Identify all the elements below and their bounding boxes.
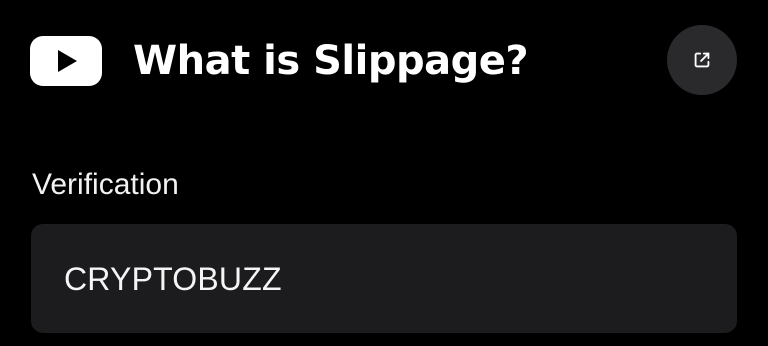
youtube-play-icon[interactable] — [30, 36, 102, 86]
video-title: What is Slippage? — [133, 38, 529, 84]
external-link-icon — [694, 52, 710, 68]
video-header: What is Slippage? — [0, 0, 768, 120]
verification-value[interactable]: CRYPTOBUZZ — [64, 257, 282, 301]
verification-field[interactable]: CRYPTOBUZZ — [31, 224, 737, 333]
open-external-button[interactable] — [667, 25, 737, 95]
verification-label: Verification — [32, 168, 179, 201]
